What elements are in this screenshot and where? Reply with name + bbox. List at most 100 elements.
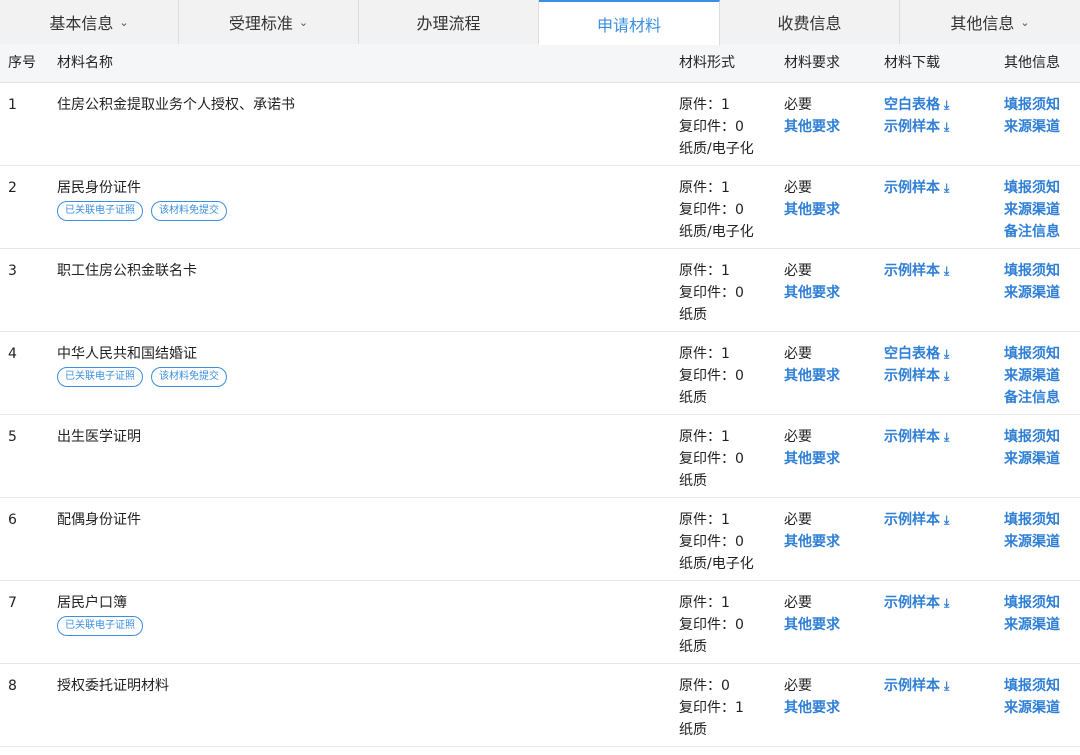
download-link[interactable]: 示例样本 ⤓ — [884, 592, 1004, 614]
other-info-cell: 填报须知 来源渠道 — [1004, 498, 1080, 580]
form-line: 纸质 — [679, 307, 707, 323]
header-form: 材料形式 — [679, 55, 735, 71]
req-text: 必要 — [784, 512, 812, 528]
material-name: 居民户口簿 — [57, 595, 127, 611]
form-line: 原件：1 — [679, 263, 730, 279]
form-line: 复印件：0 — [679, 368, 744, 384]
other-info-link[interactable]: 填报须知 — [1004, 426, 1080, 448]
other-info-link[interactable]: 填报须知 — [1004, 260, 1080, 282]
chevron-down-icon: ⌄ — [1020, 15, 1030, 29]
material-form-cell: 原件：1 复印件：0 纸质 — [679, 581, 784, 663]
other-requirements-link[interactable]: 其他要求 — [784, 365, 884, 387]
materials-table-body: 1 住房公积金提取业务个人授权、承诺书 原件：1 复印件：0 纸质/电子化 必要 其他要求空… — [0, 83, 1080, 747]
tab-5[interactable]: 其他信息 ⌄ — [900, 0, 1080, 44]
form-line: 复印件：0 — [679, 119, 744, 135]
download-link[interactable]: 空白表格 ⤓ — [884, 343, 1004, 365]
other-requirements-link[interactable]: 其他要求 — [784, 614, 884, 636]
table-row: 7 居民户口簿已关联电子证照 原件：1 复印件：0 纸质 必要其他要求 示例样本 ⤓ 填报须知来… — [0, 581, 1080, 664]
status-badge: 已关联电子证照 — [57, 201, 143, 221]
download-link[interactable]: 示例样本 ⤓ — [884, 365, 1004, 387]
other-info-link[interactable]: 备注信息 — [1004, 221, 1080, 243]
other-requirements-link[interactable]: 其他要求 — [784, 697, 884, 719]
badge-group: 已关联电子证照 — [57, 616, 679, 636]
download-icon: ⤓ — [944, 369, 950, 383]
req-text: 必要 — [784, 346, 812, 362]
other-requirements-link[interactable]: 其他要求 — [784, 531, 884, 553]
tab-3[interactable]: 申请材料 — [539, 0, 720, 45]
other-info-link[interactable]: 填报须知 — [1004, 94, 1080, 116]
other-info-link[interactable]: 来源渠道 — [1004, 614, 1080, 636]
form-line: 纸质/电子化 — [679, 224, 754, 240]
material-name-cell: 住房公积金提取业务个人授权、承诺书 — [50, 83, 679, 165]
download-link[interactable]: 示例样本 ⤓ — [884, 675, 1004, 697]
chevron-down-icon: ⌄ — [298, 15, 309, 29]
header-name: 材料名称 — [57, 55, 113, 71]
header-no: 序号 — [8, 55, 36, 71]
tab-1[interactable]: 受理标准 ⌄ — [179, 0, 359, 44]
form-line: 原件：1 — [679, 180, 730, 196]
tab-bar: 基本信息 ⌄ 受理标准 ⌄ 办理流程 申请材料 收费信息 其他信息 ⌄ — [0, 0, 1080, 45]
material-req-cell: 必要 其他要求 — [784, 498, 884, 580]
other-requirements-link[interactable]: 其他要求 — [784, 282, 884, 304]
req-text: 必要 — [784, 97, 812, 113]
table-row: 4 中华人民共和国结婚证 已关联电子证照 该材料免提交 原件：1 复印件：0 纸质 必要 其他要… — [0, 332, 1080, 415]
material-form-cell: 原件：1 复印件：0 纸质/电子化 — [679, 166, 784, 248]
material-form-cell: 原件：1 复印件：0 纸质/电子化 — [679, 83, 784, 165]
tab-4[interactable]: 收费信息 — [720, 0, 900, 44]
download-label: 示例样本 — [884, 595, 940, 611]
req-text: 必要 — [784, 429, 812, 445]
status-badge: 该材料免提交 — [151, 367, 227, 387]
form-line: 原件：1 — [679, 429, 730, 445]
row-number: 6 — [8, 512, 17, 528]
other-requirements-link[interactable]: 其他要求 — [784, 116, 884, 138]
download-link[interactable]: 示例样本 ⤓ — [884, 116, 1004, 138]
tab-label: 办理流程 — [416, 14, 481, 33]
download-icon: ⤓ — [944, 679, 950, 693]
other-info-cell: 填报须知 来源渠道 — [1004, 664, 1080, 746]
download-link[interactable]: 示例样本 ⤓ — [884, 260, 1004, 282]
other-requirements-link[interactable]: 其他要求 — [784, 199, 884, 221]
other-info-cell: 填报须知 来源渠道 — [1004, 249, 1080, 331]
other-info-link[interactable]: 填报须知 — [1004, 509, 1080, 531]
other-info-link[interactable]: 来源渠道 — [1004, 282, 1080, 304]
material-form-cell: 原件：1 复印件：0 纸质 — [679, 249, 784, 331]
status-badge: 已关联电子证照 — [57, 616, 143, 636]
other-info-link[interactable]: 来源渠道 — [1004, 365, 1080, 387]
table-row: 2 居民身份证件 已关联电子证照 该材料免提交 原件：1 复印件：0 纸质/电子化 必要 其他要… — [0, 166, 1080, 249]
material-name: 出生医学证明 — [57, 429, 141, 445]
tab-label: 基本信息 — [49, 14, 114, 33]
other-info-cell: 填报须知 来源渠道 备注信息 — [1004, 332, 1080, 414]
other-info-link[interactable]: 填报须知 — [1004, 343, 1080, 365]
download-label: 示例样本 — [884, 678, 940, 694]
other-info-link[interactable]: 填报须知 — [1004, 177, 1080, 199]
other-info-link[interactable]: 来源渠道 — [1004, 199, 1080, 221]
tab-label: 受理标准 — [228, 14, 293, 33]
download-link[interactable]: 示例样本 ⤓ — [884, 509, 1004, 531]
other-info-link[interactable]: 填报须知 — [1004, 675, 1080, 697]
download-icon: ⤓ — [944, 513, 950, 527]
tab-2[interactable]: 办理流程 — [359, 0, 539, 44]
other-info-link[interactable]: 来源渠道 — [1004, 448, 1080, 470]
tab-label: 收费信息 — [777, 14, 842, 33]
other-info-link[interactable]: 备注信息 — [1004, 387, 1080, 409]
other-info-link[interactable]: 来源渠道 — [1004, 116, 1080, 138]
download-link[interactable]: 空白表格 ⤓ — [884, 94, 1004, 116]
material-req-cell: 必要 其他要求 — [784, 664, 884, 746]
other-info-link[interactable]: 来源渠道 — [1004, 697, 1080, 719]
other-info-link[interactable]: 填报须知 — [1004, 592, 1080, 614]
download-link[interactable]: 示例样本 ⤓ — [884, 177, 1004, 199]
material-name: 配偶身份证件 — [57, 512, 141, 528]
other-info-link[interactable]: 来源渠道 — [1004, 531, 1080, 553]
table-row: 5 出生医学证明 原件：1 复印件：0 纸质 必要 其他要求 示例样本 ⤓ 填报须知 来源渠道 — [0, 415, 1080, 498]
other-requirements-link[interactable]: 其他要求 — [784, 448, 884, 470]
tab-0[interactable]: 基本信息 ⌄ — [0, 0, 179, 44]
download-cell: 示例样本 ⤓ — [884, 249, 1004, 331]
material-req-cell: 必要 其他要求 — [784, 415, 884, 497]
material-name: 职工住房公积金联名卡 — [57, 263, 197, 279]
download-icon: ⤓ — [944, 264, 950, 278]
tab-label: 申请材料 — [596, 15, 661, 35]
download-link[interactable]: 示例样本 ⤓ — [884, 426, 1004, 448]
req-text: 必要 — [784, 595, 812, 611]
row-number: 7 — [8, 595, 17, 611]
material-name-cell: 中华人民共和国结婚证 已关联电子证照 该材料免提交 — [50, 332, 679, 414]
